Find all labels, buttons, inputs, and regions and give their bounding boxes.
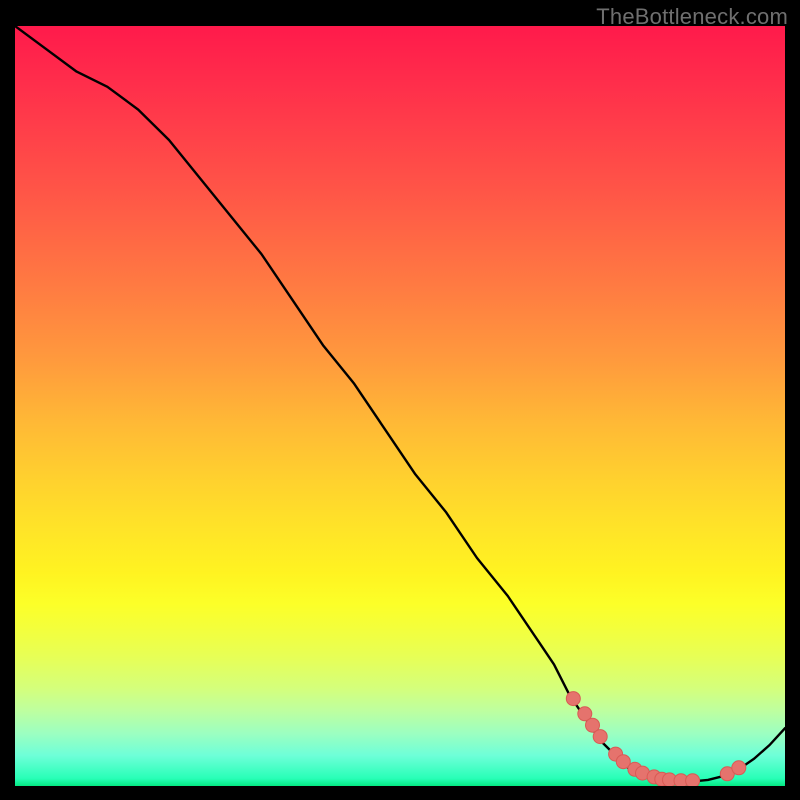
marker-group [566,692,746,786]
marker-point [732,761,746,775]
marker-point [593,730,607,744]
bottleneck-curve-path [15,26,785,781]
plot-area [15,26,785,786]
marker-point [566,692,580,706]
chart-svg [15,26,785,786]
chart-frame: TheBottleneck.com [0,0,800,800]
marker-point [686,774,700,786]
